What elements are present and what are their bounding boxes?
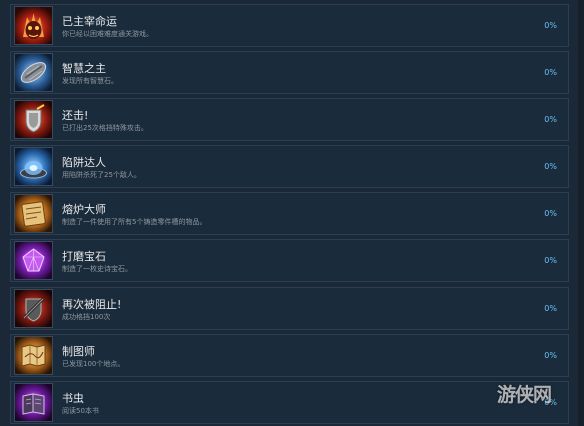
achievement-description: 成功格挡100次	[62, 313, 111, 321]
achievement-list: 已主宰命运 你已经以困难难度通关游戏。 0% 智慧之主 发现所有智慧石。 0% …	[0, 0, 584, 426]
achievement-title: 还击!	[62, 109, 89, 122]
achievement-title: 熔炉大师	[62, 203, 106, 216]
achievement-icon-frame	[14, 100, 53, 139]
map-icon	[15, 337, 52, 374]
watermark-logo: 游侠网	[497, 384, 552, 406]
achievement-icon-frame	[14, 241, 53, 280]
achievement-icon-frame	[14, 336, 53, 375]
achievement-description: 用陷阱杀死了25个敌人。	[62, 171, 141, 179]
trap-icon	[15, 148, 52, 185]
shield-counter-icon	[15, 101, 52, 138]
wisdom-stone-icon	[15, 54, 52, 91]
achievement-description: 阅读50本书	[62, 407, 99, 415]
scrollbar-track[interactable]	[578, 0, 584, 426]
achievement-row[interactable]: 智慧之主 发现所有智慧石。 0%	[10, 51, 569, 94]
achievement-title: 智慧之主	[62, 62, 106, 75]
achievement-icon-frame	[14, 6, 53, 45]
achievement-title: 已主宰命运	[62, 15, 117, 28]
achievement-percent: 0%	[544, 256, 557, 265]
achievement-row[interactable]: 陷阱达人 用陷阱杀死了25个敌人。 0%	[10, 145, 569, 188]
achievement-row[interactable]: 打磨宝石 制造了一枚史诗宝石。 0%	[10, 239, 569, 282]
achievement-icon-frame	[14, 383, 53, 422]
achievement-title: 陷阱达人	[62, 156, 106, 169]
achievement-description: 发现所有智慧石。	[62, 77, 118, 85]
flaming-demon-mask-icon	[15, 7, 52, 44]
achievement-description: 已打出25次格挡特殊攻击。	[62, 124, 148, 132]
achievement-description: 制造了一枚史诗宝石。	[62, 265, 132, 273]
achievement-percent: 0%	[544, 351, 557, 360]
achievement-percent: 0%	[544, 304, 557, 313]
achievement-title: 制图师	[62, 345, 95, 358]
achievement-description: 已发现100个地点。	[62, 360, 125, 368]
achievement-title: 书虫	[62, 392, 84, 405]
achievement-icon-frame	[14, 53, 53, 92]
achievement-percent: 0%	[544, 162, 557, 171]
achievement-icon-frame	[14, 194, 53, 233]
achievement-percent: 0%	[544, 209, 557, 218]
achievement-title: 打磨宝石	[62, 250, 106, 263]
achievement-row[interactable]: 熔炉大师 制造了一件使用了所有5个铸造零件槽的物品。 0%	[10, 192, 569, 235]
achievement-percent: 0%	[544, 68, 557, 77]
achievement-description: 你已经以困难难度通关游戏。	[62, 30, 153, 38]
forge-scroll-icon	[15, 195, 52, 232]
achievement-row[interactable]: 已主宰命运 你已经以困难难度通关游戏。 0%	[10, 4, 569, 47]
blocked-shield-icon	[15, 290, 52, 327]
achievement-row[interactable]: 制图师 已发现100个地点。 0%	[10, 334, 569, 377]
achievement-percent: 0%	[544, 21, 557, 30]
achievement-icon-frame	[14, 147, 53, 186]
achievement-percent: 0%	[544, 115, 557, 124]
achievement-row[interactable]: 还击! 已打出25次格挡特殊攻击。 0%	[10, 98, 569, 141]
achievement-description: 制造了一件使用了所有5个铸造零件槽的物品。	[62, 218, 207, 226]
purple-gem-icon	[15, 242, 52, 279]
achievement-row[interactable]: 书虫 阅读50本书 0%	[10, 381, 569, 424]
book-icon	[15, 384, 52, 421]
achievement-icon-frame	[14, 289, 53, 328]
achievement-title: 再次被阻止!	[62, 298, 122, 311]
achievement-row[interactable]: 再次被阻止! 成功格挡100次 0%	[10, 287, 569, 330]
